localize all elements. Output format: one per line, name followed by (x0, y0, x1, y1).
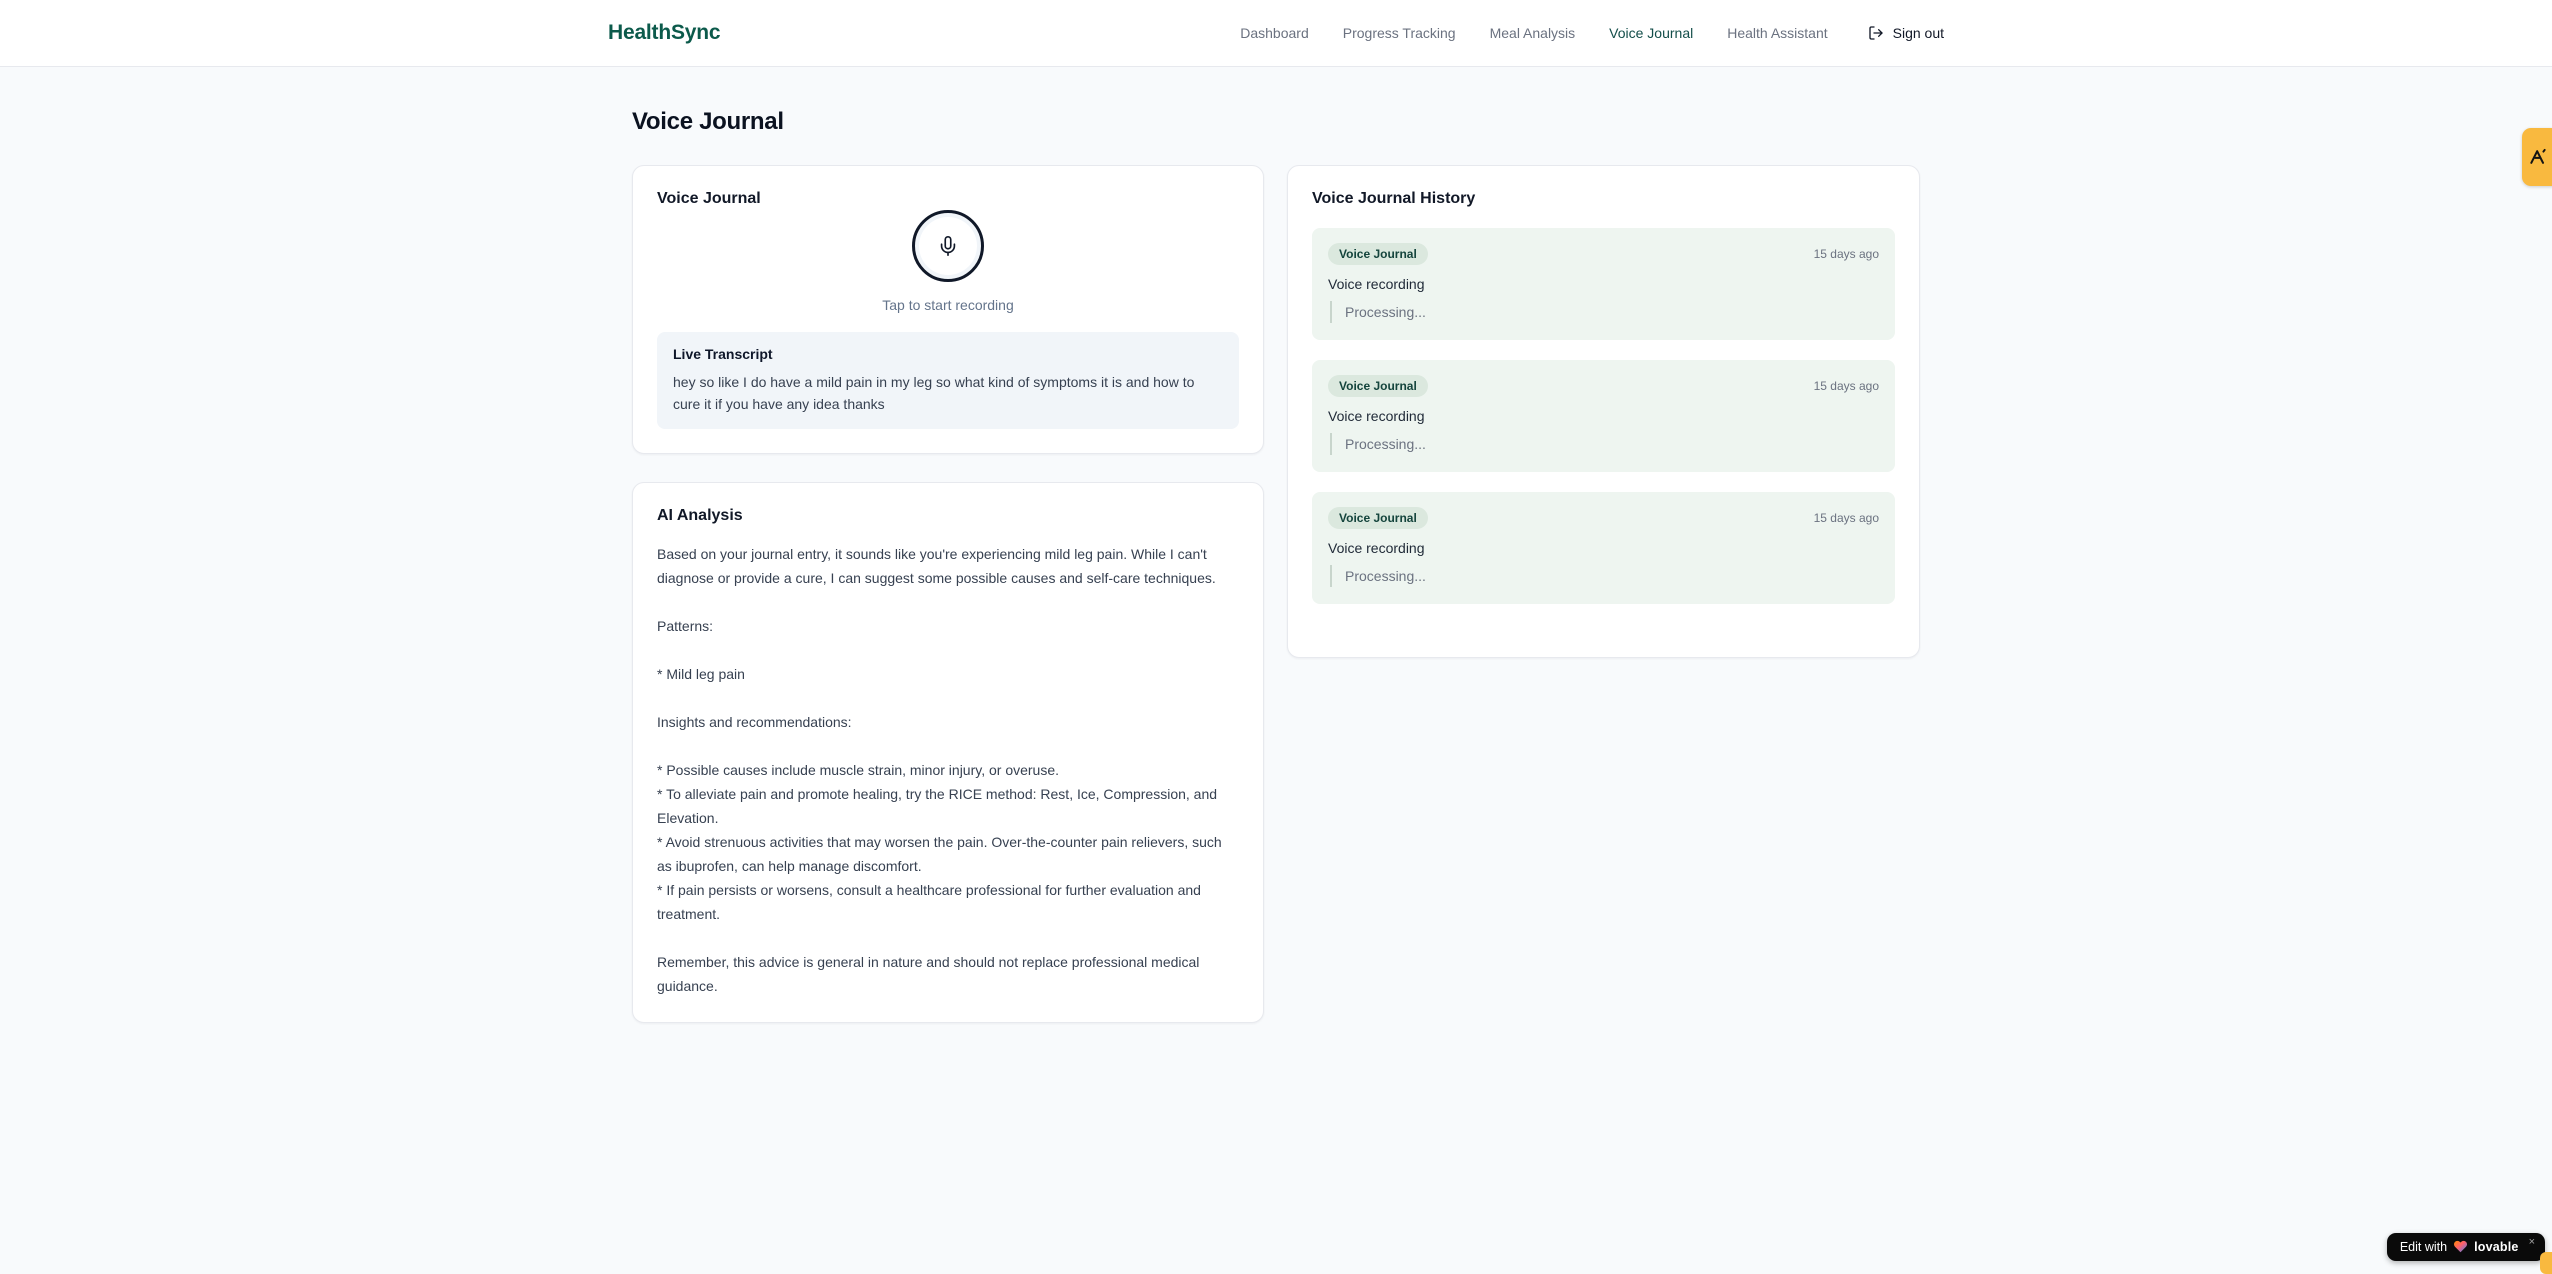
entry-timestamp: 15 days ago (1813, 511, 1879, 525)
top-nav-bar: HealthSync Dashboard Progress Tracking M… (0, 0, 2552, 67)
browser-extension-tab[interactable] (2522, 128, 2552, 186)
history-entry[interactable]: Voice Journal 15 days ago Voice recordin… (1312, 360, 1895, 472)
page-title: Voice Journal (632, 108, 784, 135)
nav-item-voice-journal[interactable]: Voice Journal (1609, 25, 1693, 41)
voice-journal-history-card: Voice Journal History Voice Journal 15 d… (1287, 165, 1920, 658)
entry-status: Processing... (1330, 301, 1879, 323)
record-button[interactable] (912, 210, 984, 282)
history-title: Voice Journal History (1312, 190, 1476, 207)
live-transcript-title: Live Transcript (673, 346, 773, 362)
microphone-icon (937, 235, 959, 257)
entry-label: Voice recording (1328, 540, 1425, 556)
history-entry[interactable]: Voice Journal 15 days ago Voice recordin… (1312, 228, 1895, 340)
entry-timestamp: 15 days ago (1813, 247, 1879, 261)
extension-logo-icon (2528, 147, 2548, 167)
recorder-card-title: Voice Journal (657, 190, 761, 207)
history-list: Voice Journal 15 days ago Voice recordin… (1312, 228, 1895, 604)
live-transcript-box: Live Transcript hey so like I do have a … (657, 332, 1239, 429)
nav-item-health-assistant[interactable]: Health Assistant (1727, 25, 1827, 41)
sign-out-button[interactable]: Sign out (1868, 25, 1944, 41)
entry-status: Processing... (1330, 433, 1879, 455)
badge-close-icon[interactable]: × (2529, 1237, 2535, 1248)
nav-item-dashboard[interactable]: Dashboard (1240, 25, 1309, 41)
tap-to-record-hint: Tap to start recording (882, 297, 1014, 313)
log-out-icon (1868, 25, 1884, 41)
entry-type-badge: Voice Journal (1328, 507, 1428, 529)
main-nav: Dashboard Progress Tracking Meal Analysi… (1240, 25, 1944, 41)
edit-with-lovable-badge[interactable]: Edit with lovable × (2386, 1233, 2545, 1261)
ai-analysis-card: AI Analysis Based on your journal entry,… (632, 482, 1264, 1023)
voice-recorder-card: Voice Journal Tap to start recording Liv… (632, 165, 1264, 454)
sign-out-label: Sign out (1892, 25, 1944, 41)
lovable-prefix-label: Edit with (2399, 1239, 2448, 1254)
ai-analysis-body: Based on your journal entry, it sounds l… (657, 546, 1222, 994)
lovable-heart-icon (2453, 1239, 2468, 1254)
history-entry[interactable]: Voice Journal 15 days ago Voice recordin… (1312, 492, 1895, 604)
entry-timestamp: 15 days ago (1813, 379, 1879, 393)
entry-status: Processing... (1330, 565, 1879, 587)
lovable-brand-label: lovable (2474, 1239, 2519, 1254)
entry-type-badge: Voice Journal (1328, 243, 1428, 265)
live-transcript-text: hey so like I do have a mild pain in my … (673, 374, 1195, 412)
entry-label: Voice recording (1328, 276, 1425, 292)
ai-analysis-title: AI Analysis (657, 507, 743, 524)
corner-floating-button[interactable] (2540, 1252, 2552, 1274)
nav-item-meal-analysis[interactable]: Meal Analysis (1490, 25, 1576, 41)
entry-label: Voice recording (1328, 408, 1425, 424)
nav-item-progress-tracking[interactable]: Progress Tracking (1343, 25, 1456, 41)
app-logo[interactable]: HealthSync (608, 21, 721, 45)
entry-type-badge: Voice Journal (1328, 375, 1428, 397)
main-content: Voice Journal Voice Journal Tap to start… (632, 108, 1920, 1023)
